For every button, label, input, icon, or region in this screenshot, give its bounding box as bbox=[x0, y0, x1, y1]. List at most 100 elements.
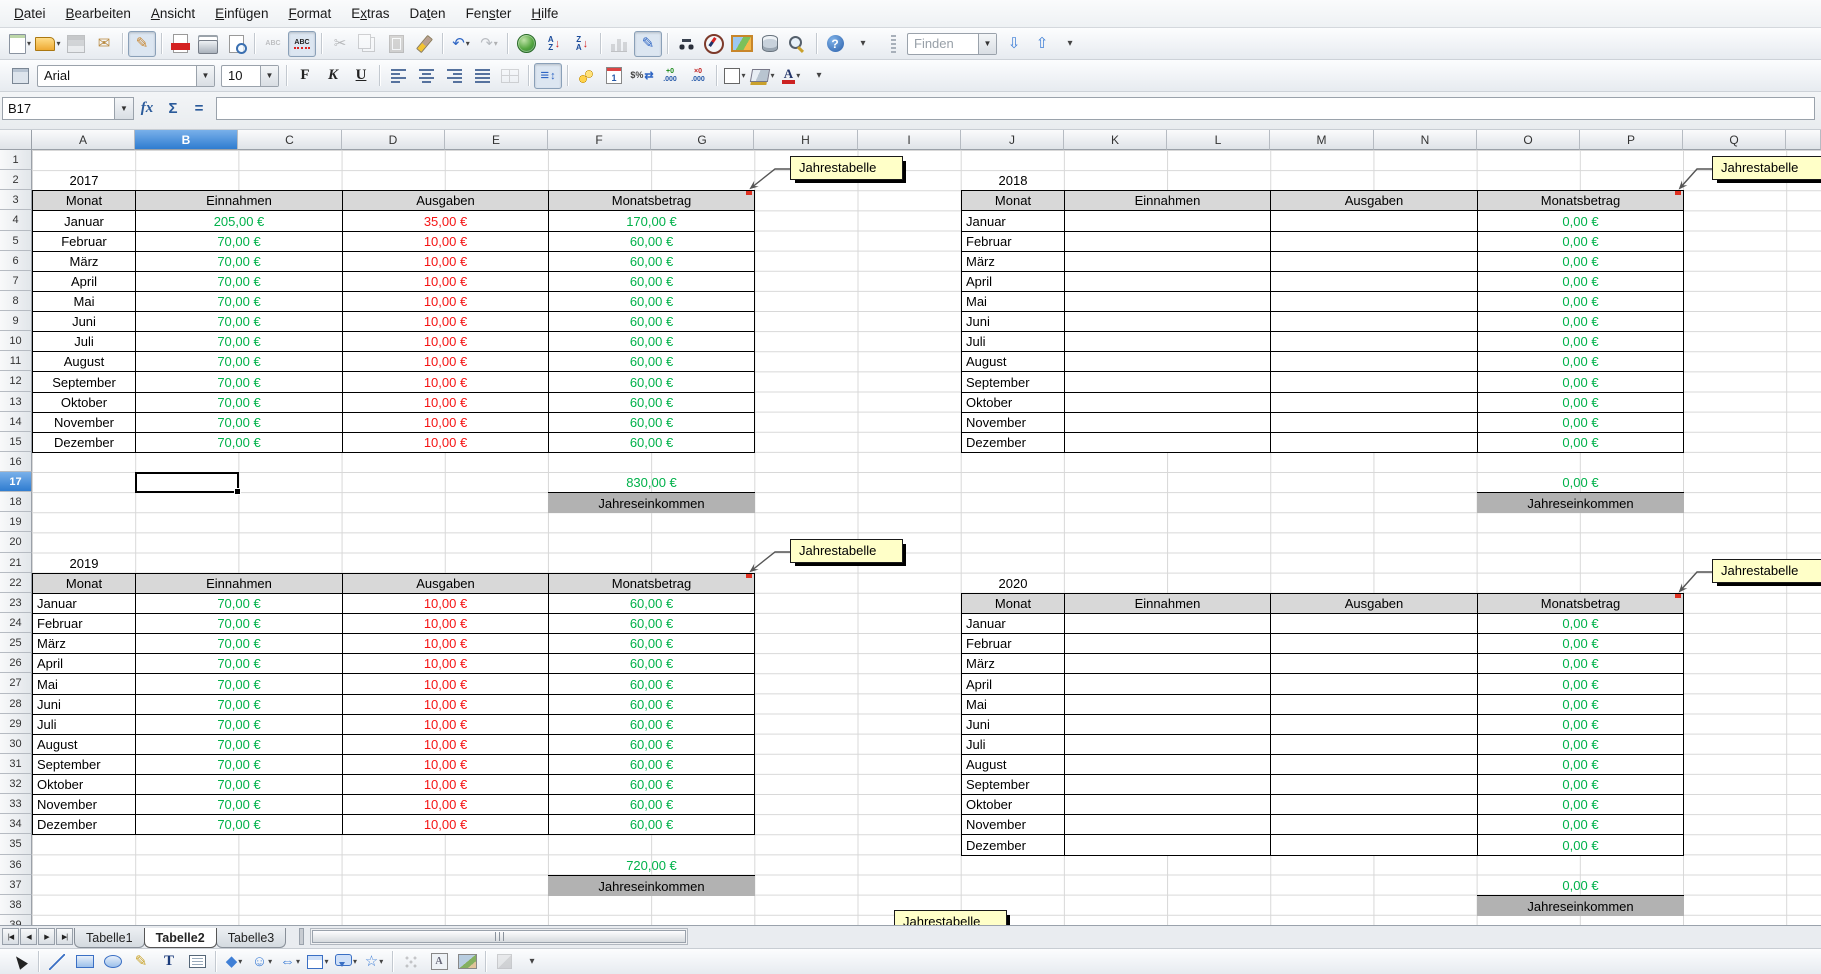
row-header-10[interactable]: 10 bbox=[0, 331, 32, 351]
row-header-16[interactable]: 16 bbox=[0, 452, 32, 472]
zoom-icon[interactable] bbox=[785, 32, 811, 56]
row-header-39[interactable]: 39 bbox=[0, 915, 32, 925]
cell-A12[interactable]: September bbox=[32, 371, 136, 393]
cell-J7[interactable]: April bbox=[961, 271, 1065, 292]
cell-A29[interactable]: Juli bbox=[32, 714, 136, 735]
sheet-tab-tabelle1[interactable]: Tabelle1 bbox=[74, 928, 145, 948]
cell-O5[interactable]: 0,00 € bbox=[1477, 231, 1684, 252]
cell-J2[interactable]: 2018 bbox=[961, 170, 1065, 191]
cell-J5[interactable]: Februar bbox=[961, 231, 1065, 252]
cell-B14[interactable]: 70,00 € bbox=[135, 412, 343, 433]
cell-K12[interactable] bbox=[1064, 371, 1271, 393]
cell-O24[interactable]: 0,00 € bbox=[1477, 613, 1684, 634]
column-header-L[interactable]: L bbox=[1167, 130, 1270, 150]
cell-O11[interactable]: 0,00 € bbox=[1477, 351, 1684, 372]
cell-O37[interactable]: 0,00 € bbox=[1477, 875, 1684, 896]
cell-J6[interactable]: März bbox=[961, 251, 1065, 272]
cell-F32[interactable]: 60,00 € bbox=[548, 774, 755, 795]
cell-K28[interactable] bbox=[1064, 694, 1271, 715]
cell-D9[interactable]: 10,00 € bbox=[342, 311, 549, 332]
cell-O9[interactable]: 0,00 € bbox=[1477, 311, 1684, 332]
cell-A24[interactable]: Februar bbox=[32, 613, 136, 634]
cell-B12[interactable]: 70,00 € bbox=[135, 371, 343, 393]
auto-spellcheck-icon[interactable]: ABC bbox=[288, 31, 316, 57]
cell-M24[interactable] bbox=[1270, 613, 1478, 634]
rectangle-icon[interactable] bbox=[72, 951, 98, 973]
cell-O8[interactable]: 0,00 € bbox=[1477, 291, 1684, 312]
cell-D26[interactable]: 10,00 € bbox=[342, 653, 549, 674]
column-header-K[interactable]: K bbox=[1064, 130, 1167, 150]
underline-icon[interactable]: U bbox=[348, 64, 374, 88]
dropdown-arrow-icon[interactable]: ▾ bbox=[324, 957, 328, 966]
dropdown-arrow-icon[interactable]: ▾ bbox=[466, 39, 470, 48]
find-input-dropdown-icon[interactable]: ▼ bbox=[978, 34, 996, 54]
cell-K26[interactable] bbox=[1064, 653, 1271, 674]
wrap-text-icon[interactable]: ≡↕ bbox=[534, 63, 562, 89]
horizontal-scrollbar-thumb[interactable] bbox=[312, 930, 686, 943]
cell-O14[interactable]: 0,00 € bbox=[1477, 412, 1684, 433]
note-jahrestabelle[interactable]: Jahrestabelle bbox=[894, 910, 1007, 925]
help-icon[interactable]: ? bbox=[822, 32, 848, 56]
first-sheet-icon[interactable]: |◀ bbox=[2, 928, 19, 945]
cell-A14[interactable]: November bbox=[32, 412, 136, 433]
background-color-icon[interactable]: ▾ bbox=[750, 64, 776, 88]
format-paintbrush-icon[interactable] bbox=[411, 32, 437, 56]
grid-corner-button[interactable] bbox=[0, 130, 32, 150]
row-header-18[interactable]: 18 bbox=[0, 492, 32, 512]
cell-A4[interactable]: Januar bbox=[32, 210, 136, 232]
cell-M28[interactable] bbox=[1270, 694, 1478, 715]
row-header-19[interactable]: 19 bbox=[0, 512, 32, 532]
previous-sheet-icon[interactable]: ◀ bbox=[20, 928, 37, 945]
cell-A10[interactable]: Juli bbox=[32, 331, 136, 352]
cell-J3[interactable]: Monat bbox=[961, 190, 1065, 211]
cell-B4[interactable]: 205,00 € bbox=[135, 210, 343, 232]
cell-D14[interactable]: 10,00 € bbox=[342, 412, 549, 433]
cell-B7[interactable]: 70,00 € bbox=[135, 271, 343, 292]
dropdown-arrow-icon[interactable]: ▾ bbox=[494, 39, 498, 48]
cell-D28[interactable]: 10,00 € bbox=[342, 694, 549, 715]
cell-K23[interactable]: Einnahmen bbox=[1064, 593, 1271, 614]
font-size-combo[interactable]: 10▼ bbox=[221, 65, 279, 87]
cell-M7[interactable] bbox=[1270, 271, 1478, 292]
menu-daten[interactable]: Daten bbox=[400, 2, 456, 25]
cell-F29[interactable]: 60,00 € bbox=[548, 714, 755, 735]
font-color-icon[interactable]: A▾ bbox=[778, 64, 804, 88]
cell-D15[interactable]: 10,00 € bbox=[342, 432, 549, 453]
cell-O33[interactable]: 0,00 € bbox=[1477, 794, 1684, 815]
cell-O31[interactable]: 0,00 € bbox=[1477, 754, 1684, 775]
cell-D5[interactable]: 10,00 € bbox=[342, 231, 549, 252]
row-header-37[interactable]: 37 bbox=[0, 875, 32, 895]
function-icon[interactable]: = bbox=[186, 97, 212, 120]
text-callout-icon[interactable] bbox=[184, 951, 210, 973]
cell-D32[interactable]: 10,00 € bbox=[342, 774, 549, 795]
new-document-icon[interactable]: ▾ bbox=[7, 32, 33, 56]
cell-D30[interactable]: 10,00 € bbox=[342, 734, 549, 755]
row-header-1[interactable]: 1 bbox=[0, 150, 32, 170]
dropdown-arrow-icon[interactable]: ▾ bbox=[796, 71, 800, 80]
cell-K6[interactable] bbox=[1064, 251, 1271, 272]
cell-D22[interactable]: Ausgaben bbox=[342, 573, 549, 594]
cell-B11[interactable]: 70,00 € bbox=[135, 351, 343, 372]
menu-bearbeiten[interactable]: Bearbeiten bbox=[56, 2, 141, 25]
cell-M34[interactable] bbox=[1270, 814, 1478, 835]
cell-F13[interactable]: 60,00 € bbox=[548, 392, 755, 413]
dropdown-arrow-icon[interactable]: ▾ bbox=[56, 39, 60, 48]
cell-A33[interactable]: November bbox=[32, 794, 136, 815]
cell-F28[interactable]: 60,00 € bbox=[548, 694, 755, 715]
cell-D25[interactable]: 10,00 € bbox=[342, 633, 549, 654]
data-sources-icon[interactable] bbox=[757, 32, 783, 56]
standard-overflow-icon[interactable]: ▾ bbox=[850, 32, 876, 56]
print-icon[interactable] bbox=[195, 32, 221, 56]
cell-B28[interactable]: 70,00 € bbox=[135, 694, 343, 715]
note-jahrestabelle[interactable]: Jahrestabelle bbox=[1712, 156, 1821, 180]
cell-F15[interactable]: 60,00 € bbox=[548, 432, 755, 453]
cell-F9[interactable]: 60,00 € bbox=[548, 311, 755, 332]
cell-F27[interactable]: 60,00 € bbox=[548, 673, 755, 695]
font-name-combo[interactable]: Arial▼ bbox=[37, 65, 215, 87]
cell-K10[interactable] bbox=[1064, 331, 1271, 352]
row-header-7[interactable]: 7 bbox=[0, 271, 32, 291]
dropdown-arrow-icon[interactable]: ▾ bbox=[379, 957, 383, 966]
cell-F23[interactable]: 60,00 € bbox=[548, 593, 755, 614]
row-header-21[interactable]: 21 bbox=[0, 553, 32, 573]
column-header-F[interactable]: F bbox=[548, 130, 651, 150]
